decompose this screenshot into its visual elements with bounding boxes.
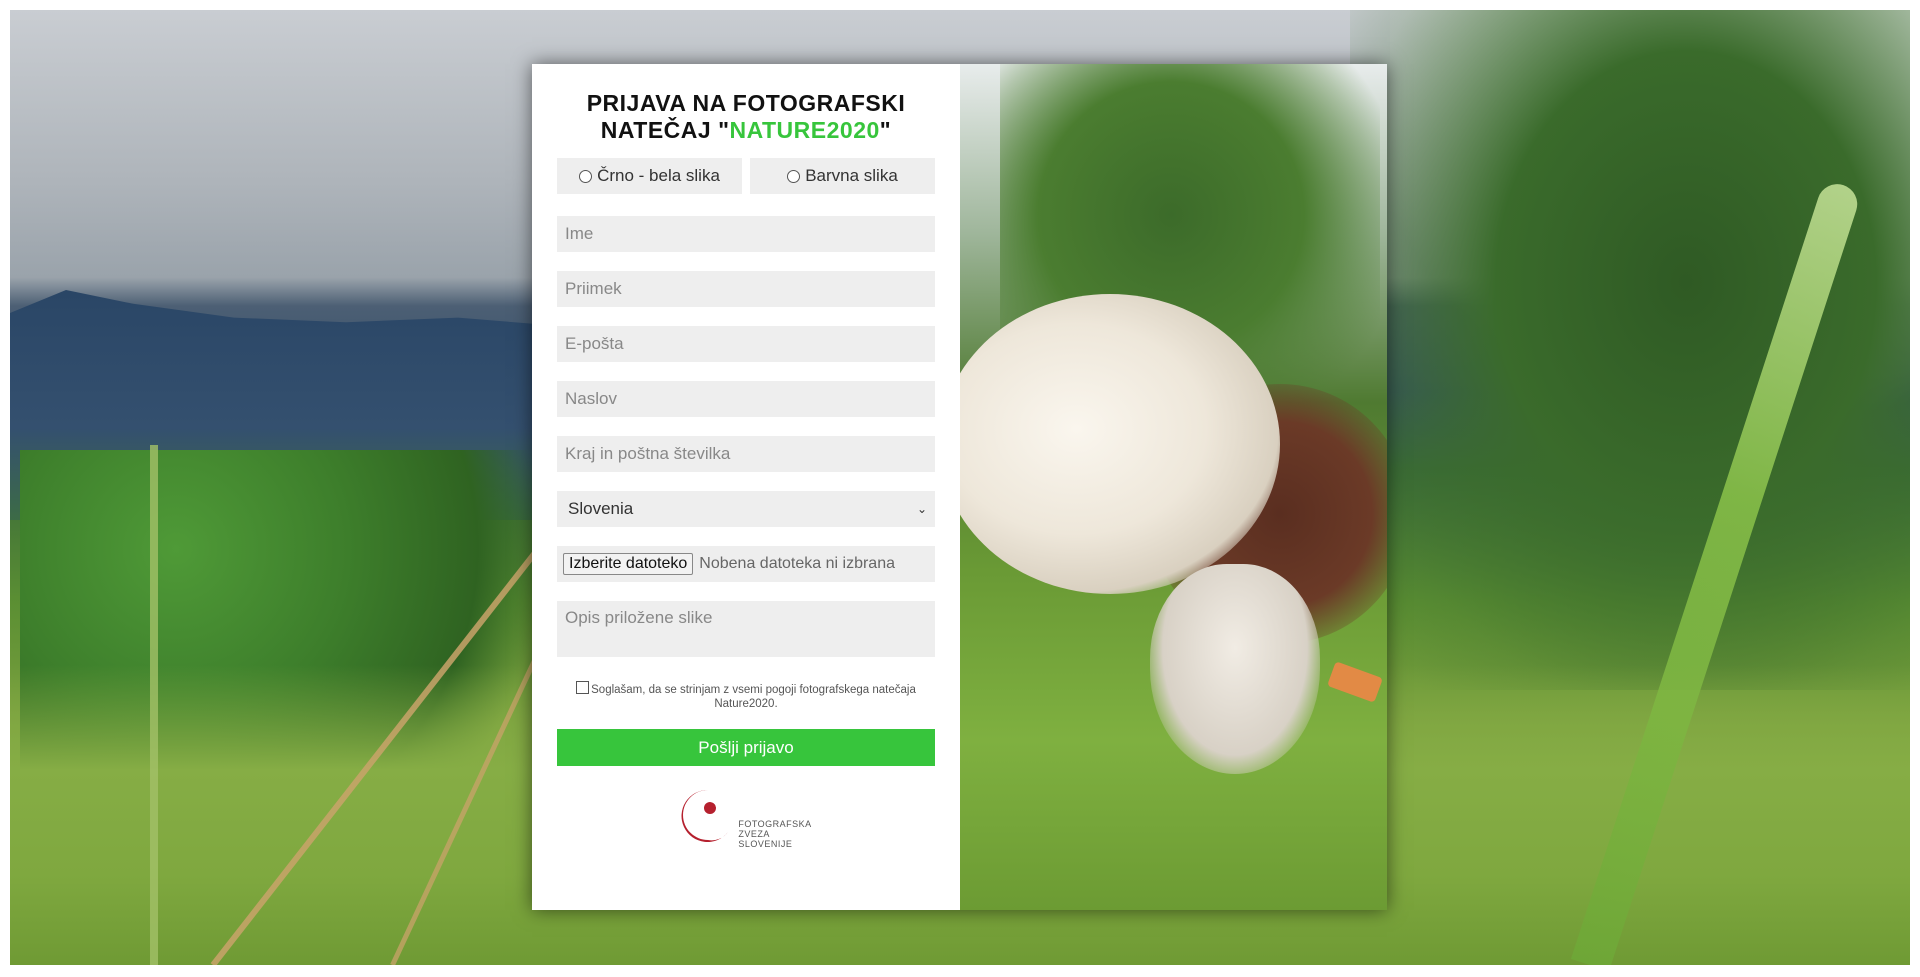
city-postal-input[interactable]: Kraj in poštna številka xyxy=(557,436,935,472)
address-placeholder: Naslov xyxy=(565,389,617,408)
email-placeholder: E-pošta xyxy=(565,334,624,353)
last-name-placeholder: Priimek xyxy=(565,279,622,298)
country-select[interactable]: Slovenia ⌄ xyxy=(557,491,935,527)
last-name-input[interactable]: Priimek xyxy=(557,271,935,307)
fzs-logo-icon xyxy=(681,789,729,842)
white-sheep-head xyxy=(1150,564,1320,774)
consent-checkbox[interactable] xyxy=(576,681,590,694)
logo-text: FOTOGRAFSKA ZVEZA SLOVENIJE xyxy=(738,819,811,850)
country-selected: Slovenia xyxy=(568,499,634,518)
ear-tag xyxy=(1327,661,1383,703)
city-postal-placeholder: Kraj in poštna številka xyxy=(565,444,731,463)
submit-label: Pošlji prijavo xyxy=(698,737,794,757)
title-accent: NATURE2020 xyxy=(729,117,880,143)
logo-line2: ZVEZA xyxy=(738,829,770,839)
first-name-input[interactable]: Ime xyxy=(557,216,935,252)
choose-file-button[interactable]: Izberite datoteko xyxy=(563,553,694,575)
email-input[interactable]: E-pošta xyxy=(557,326,935,362)
grass-stalk xyxy=(150,445,158,965)
radio-bw-label: Črno - bela slika xyxy=(597,166,720,185)
radio-color-circle[interactable] xyxy=(787,169,801,183)
chevron-down-icon: ⌄ xyxy=(916,502,927,516)
description-textarea[interactable]: Opis priložene slike xyxy=(557,601,935,657)
first-name-placeholder: Ime xyxy=(565,224,594,243)
title-line2-prefix: NATEČAJ " xyxy=(600,117,730,143)
sheep-photo xyxy=(960,64,1387,910)
radio-color-label: Barvna slika xyxy=(805,166,898,185)
entry-form: PRIJAVA NA FOTOGRAFSKI NATEČAJ "NATURE20… xyxy=(532,64,960,910)
radio-bw-circle[interactable] xyxy=(579,169,593,183)
radio-bw[interactable]: Črno - bela slika xyxy=(557,158,742,194)
title-line1: PRIJAVA NA FOTOGRAFSKI xyxy=(586,90,906,116)
logo-line3: SLOVENIJE xyxy=(738,839,793,849)
file-status: Nobena datoteka ni izbrana xyxy=(699,555,895,572)
address-input[interactable]: Naslov xyxy=(557,381,935,417)
submit-button[interactable]: Pošlji prijavo xyxy=(557,729,935,766)
title-line2-suffix: " xyxy=(879,117,892,143)
form-title: PRIJAVA NA FOTOGRAFSKI NATEČAJ "NATURE20… xyxy=(557,90,935,144)
trees-right xyxy=(1350,10,1910,690)
radio-color[interactable]: Barvna slika xyxy=(750,158,935,194)
fzs-logo: FOTOGRAFSKA ZVEZA SLOVENIJE xyxy=(557,786,935,850)
consent-row: Soglašam, da se strinjam z vsemi pogoji … xyxy=(557,681,935,711)
entry-card: PRIJAVA NA FOTOGRAFSKI NATEČAJ "NATURE20… xyxy=(532,64,1387,910)
consent-text: Soglašam, da se strinjam z vsemi pogoji … xyxy=(591,684,916,710)
photo-type-group: Črno - bela slika Barvna slika xyxy=(557,158,935,194)
file-input[interactable]: Izberite datoteko Nobena datoteka ni izb… xyxy=(557,546,935,582)
logo-line1: FOTOGRAFSKA xyxy=(738,819,812,829)
description-placeholder: Opis priložene slike xyxy=(565,608,713,627)
